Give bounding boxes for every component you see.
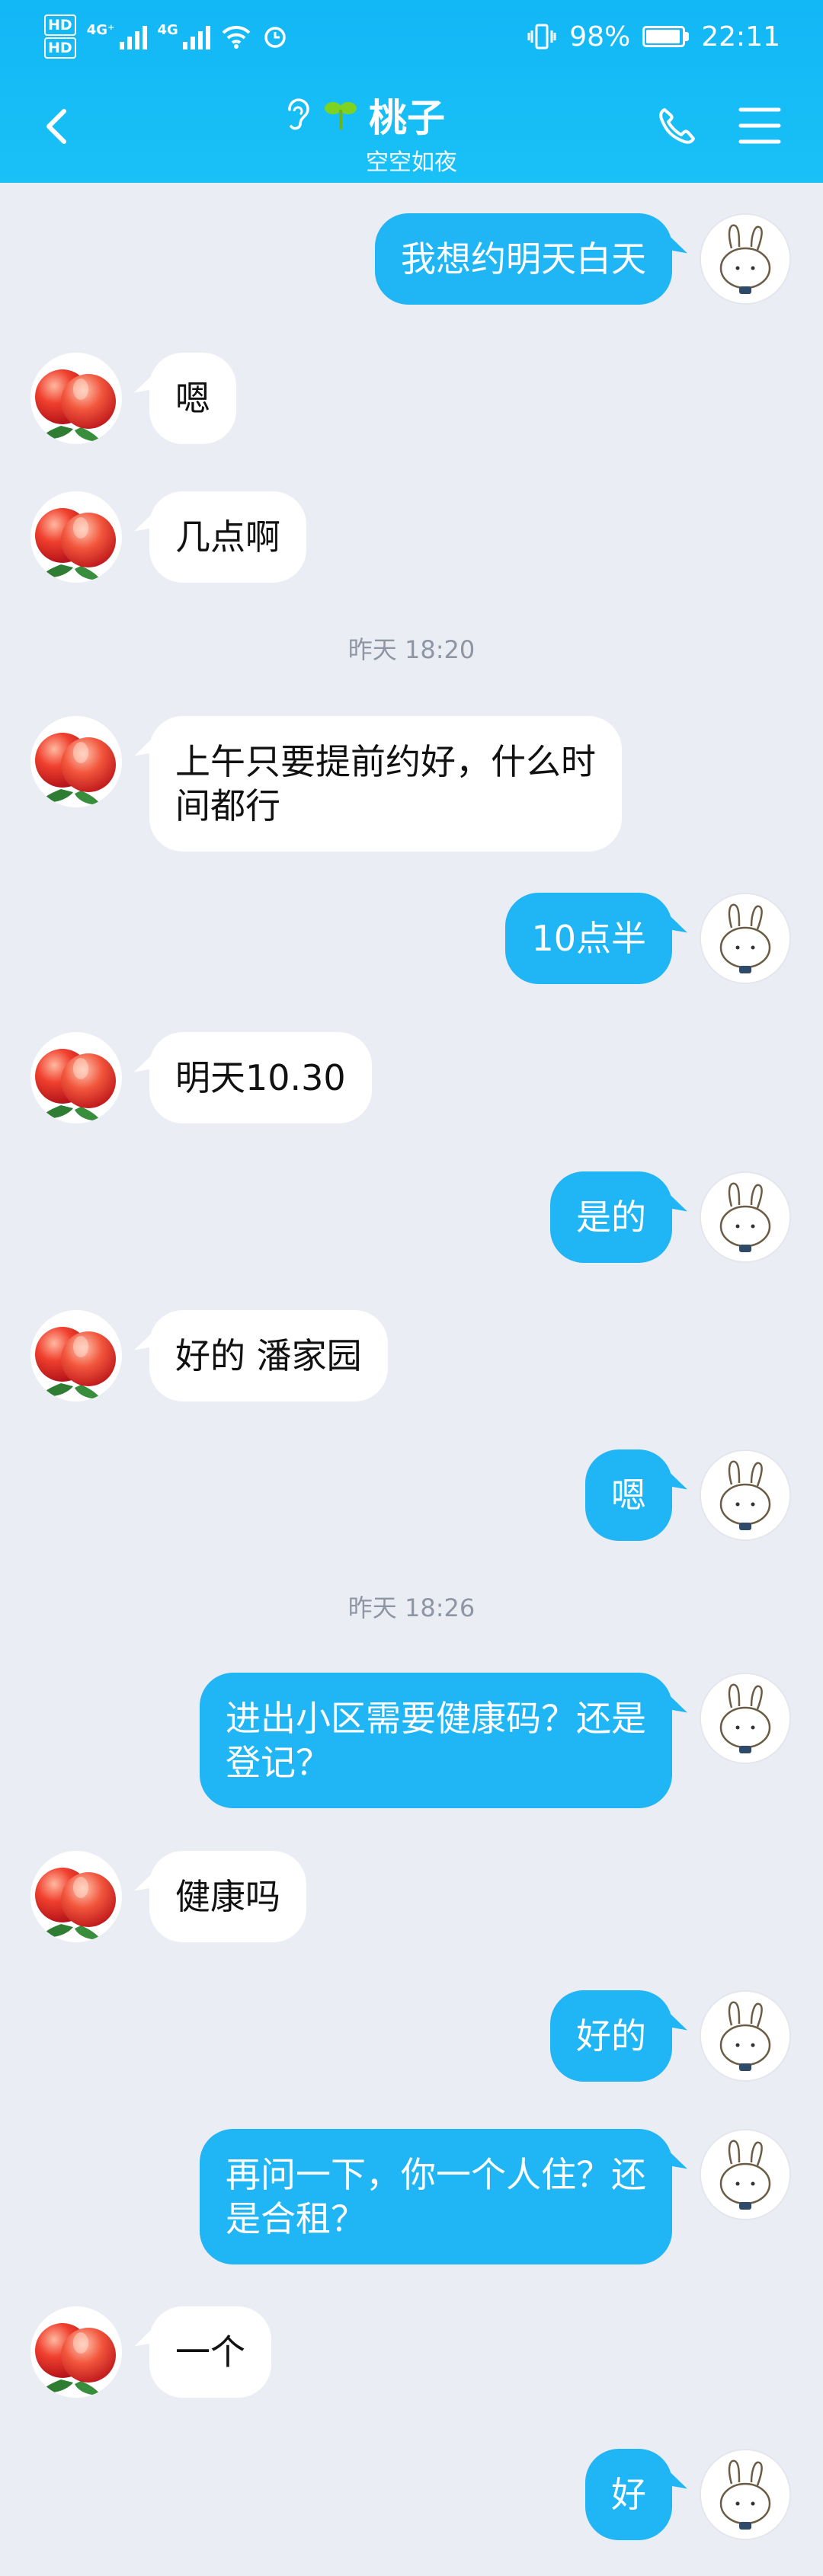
sent-message-bubble[interactable]: 进出小区需要健康码？还是 登记？ (200, 1673, 672, 1808)
sent-message-bubble[interactable]: 是的 (550, 1171, 672, 1263)
received-message-bubble[interactable]: 健康吗 (149, 1851, 306, 1942)
vibrate-icon (527, 24, 556, 50)
message-row: 嗯 (0, 1449, 823, 1541)
received-message-bubble[interactable]: 明天10.30 (149, 1032, 372, 1123)
contact-avatar[interactable] (30, 1032, 122, 1123)
clock: 22:11 (701, 21, 780, 53)
timestamp-row: 昨天 18:20 (0, 631, 823, 664)
phone-icon[interactable] (655, 105, 698, 148)
received-message-bubble[interactable]: 嗯 (149, 353, 236, 444)
sent-message-bubble[interactable]: 好的 (550, 1990, 672, 2082)
message-row: 健康吗 (0, 1851, 823, 1942)
received-message-bubble[interactable]: 好的 潘家园 (149, 1310, 388, 1401)
back-icon[interactable] (37, 105, 79, 148)
my-avatar[interactable] (700, 2449, 791, 2540)
message-row: 明天10.30 (0, 1032, 823, 1123)
contact-avatar[interactable] (30, 1310, 122, 1401)
alarm-icon (264, 27, 286, 48)
sprout-icon (325, 102, 357, 129)
battery-percent: 98% (569, 21, 631, 53)
my-avatar[interactable] (700, 213, 791, 305)
message-row: 再问一下，你一个人住？还 是合租？ (0, 2129, 823, 2264)
hd-indicator: HD HD (44, 14, 76, 59)
received-message-bubble[interactable]: 一个 (149, 2306, 271, 2398)
my-avatar[interactable] (700, 1990, 791, 2082)
my-avatar[interactable] (700, 1449, 791, 1541)
my-avatar[interactable] (700, 893, 791, 984)
wifi-icon (222, 25, 251, 49)
nav-bar: 桃子 空空如夜 (0, 76, 823, 183)
message-row: 好 (0, 2449, 823, 2540)
received-message-bubble[interactable]: 几点啊 (149, 491, 306, 583)
message-row: 10点半 (0, 893, 823, 984)
ear-icon (288, 98, 309, 130)
contact-name: 桃子 (369, 96, 445, 140)
contact-avatar[interactable] (30, 2306, 122, 2398)
my-avatar[interactable] (700, 1673, 791, 1764)
sent-message-bubble[interactable]: 好 (585, 2449, 672, 2540)
battery-icon (642, 26, 690, 47)
contact-status: 空空如夜 (366, 149, 457, 176)
menu-icon[interactable] (736, 104, 783, 148)
sent-message-bubble[interactable]: 10点半 (505, 893, 672, 984)
message-row: 嗯 (0, 353, 823, 444)
signal-icon (119, 24, 147, 50)
sent-message-bubble[interactable]: 再问一下，你一个人住？还 是合租？ (200, 2129, 672, 2264)
contact-avatar[interactable] (30, 1851, 122, 1942)
sent-message-bubble[interactable]: 我想约明天白天 (375, 213, 672, 305)
chat-header: HD HD 4G⁺ 4G 98% 22:11 桃子 空空如夜 (0, 0, 823, 183)
message-row: 几点啊 (0, 491, 823, 583)
message-list[interactable]: 我想约明天白天 嗯 几点啊昨天 18:20 上午只要提前约好，什么时 间都行 1… (0, 183, 823, 2576)
message-row: 好的 潘家园 (0, 1310, 823, 1401)
signal-icon-2 (182, 24, 210, 50)
message-row: 我想约明天白天 (0, 213, 823, 305)
contact-avatar[interactable] (30, 491, 122, 583)
message-row: 是的 (0, 1171, 823, 1263)
status-bar: HD HD 4G⁺ 4G 98% 22:11 (0, 0, 823, 69)
network-type: 4G⁺ (86, 21, 115, 38)
timestamp: 昨天 18:20 (347, 635, 476, 664)
contact-avatar[interactable] (30, 716, 122, 807)
received-message-bubble[interactable]: 上午只要提前约好，什么时 间都行 (149, 716, 622, 852)
message-row: 进出小区需要健康码？还是 登记？ (0, 1673, 823, 1808)
message-row: 一个 (0, 2306, 823, 2398)
my-avatar[interactable] (700, 1171, 791, 1263)
contact-avatar[interactable] (30, 353, 122, 444)
message-row: 上午只要提前约好，什么时 间都行 (0, 716, 823, 852)
chat-title[interactable]: 桃子 空空如夜 (282, 90, 541, 176)
message-row: 好的 (0, 1990, 823, 2082)
timestamp-row: 昨天 18:26 (0, 1589, 823, 1622)
sent-message-bubble[interactable]: 嗯 (585, 1449, 672, 1541)
network-type-2: 4G (157, 21, 178, 38)
my-avatar[interactable] (700, 2129, 791, 2220)
timestamp: 昨天 18:26 (347, 1593, 476, 1622)
